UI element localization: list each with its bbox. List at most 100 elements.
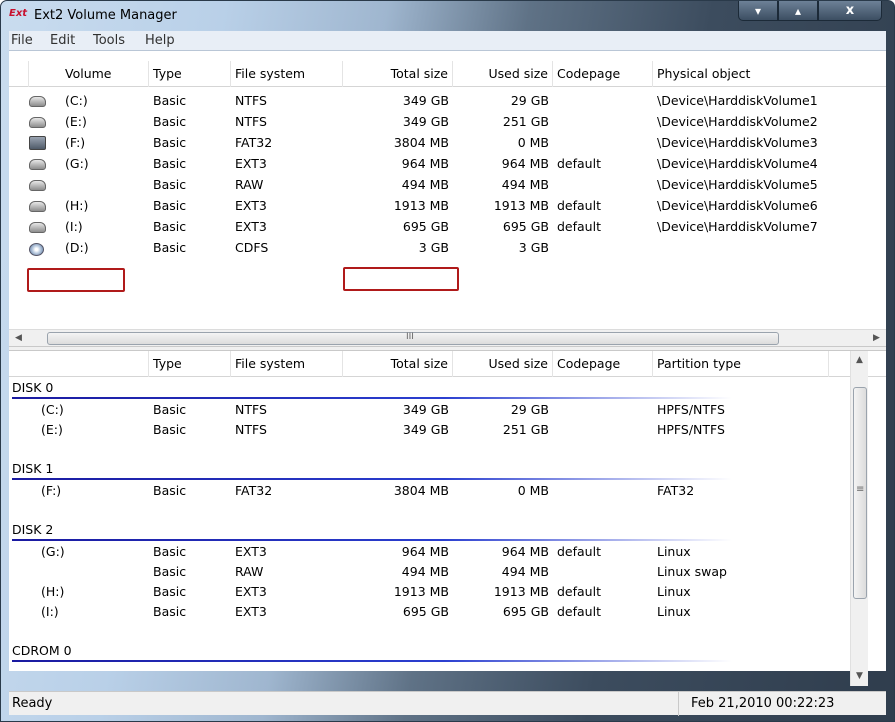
disk-group-header[interactable]: CDROM 0	[12, 642, 72, 660]
partition-cell-type: Basic	[153, 544, 187, 559]
partition-cell-volume: (E:)	[41, 422, 63, 437]
header-type[interactable]: Type	[149, 351, 231, 377]
volume-cell-total: 3 GB	[418, 240, 449, 255]
partition-row[interactable]: (E:) Basic NTFS 349 GB 251 GB HPFS/NTFS	[9, 420, 829, 440]
partition-cell-used: 964 MB	[501, 544, 549, 559]
header-physical-object[interactable]: Physical object	[653, 61, 886, 87]
header-spacer	[9, 61, 29, 87]
volume-cell-fs: RAW	[235, 177, 264, 192]
partition-cell-total: 349 GB	[402, 402, 449, 417]
title-bar[interactable]: Ext Ext2 Volume Manager ▾ ▴ x	[1, 1, 894, 31]
volume-cell-volume: (H:)	[65, 198, 89, 213]
volume-row[interactable]: (G:) Basic EXT3 964 MB 964 MB default \Device\…	[9, 154, 886, 174]
disk-group-header[interactable]: DISK 1	[12, 460, 53, 478]
scroll-up-arrow-icon[interactable]: ▲	[856, 355, 863, 365]
scroll-right-arrow-icon[interactable]: ▶	[873, 333, 880, 343]
header-volume[interactable]: Volume	[29, 61, 149, 87]
disk-group-divider	[12, 660, 732, 662]
volume-row[interactable]: (I:) Basic EXT3 695 GB 695 GB default \Device\…	[9, 217, 886, 237]
menu-edit[interactable]: Edit	[50, 33, 75, 48]
volume-cell-volume: (I:)	[65, 219, 83, 234]
minimize-button[interactable]: ▾	[738, 1, 778, 21]
partition-cell-total: 964 MB	[401, 544, 449, 559]
disk-list[interactable]: Type File system Total size Used size Co…	[9, 351, 886, 671]
volume-cell-fs: NTFS	[235, 93, 267, 108]
volume-cell-total: 494 MB	[401, 177, 449, 192]
volume-cell-used: 964 MB	[501, 156, 549, 171]
header-type[interactable]: Type	[149, 61, 231, 87]
disk-group-header[interactable]: DISK 0	[12, 379, 53, 397]
partition-cell-total: 3804 MB	[393, 483, 449, 498]
volume-cell-volume: (G:)	[65, 156, 89, 171]
scroll-down-arrow-icon[interactable]: ▼	[856, 671, 863, 681]
partition-cell-volume: (I:)	[41, 604, 59, 619]
horizontal-scroll-thumb[interactable]: III	[47, 332, 779, 345]
volume-row[interactable]: (F:) Basic FAT32 3804 MB 0 MB \Device\Harddis…	[9, 133, 886, 153]
volume-cell-volume: (F:)	[65, 135, 86, 150]
volume-cell-used: 695 GB	[502, 219, 549, 234]
header-used-size[interactable]: Used size	[453, 61, 553, 87]
vertical-scrollbar[interactable]: ▲ ≡ ▼	[850, 351, 868, 686]
header-file-system[interactable]: File system	[231, 351, 343, 377]
partition-cell-volume	[9, 562, 149, 582]
volume-cell-physical: \Device\HarddiskVolume4	[657, 156, 818, 171]
volume-cell-used: 0 MB	[517, 135, 549, 150]
partition-cell-codepage	[553, 562, 653, 582]
vertical-scroll-thumb[interactable]: ≡	[853, 387, 867, 599]
volume-cell-used: 1913 MB	[493, 198, 549, 213]
volume-cell-codepage	[553, 91, 653, 111]
volume-cell-used: 494 MB	[501, 177, 549, 192]
partition-cell-ptype: Linux	[657, 604, 691, 619]
volume-cell-fs: EXT3	[235, 198, 267, 213]
scroll-left-arrow-icon[interactable]: ◀	[15, 333, 22, 343]
window-title: Ext2 Volume Manager	[34, 8, 177, 23]
partition-cell-volume: (H:)	[41, 584, 65, 599]
horizontal-scrollbar[interactable]: ◀ III ▶	[9, 329, 886, 346]
volume-cell-total: 349 GB	[402, 93, 449, 108]
partition-cell-used: 29 GB	[510, 402, 549, 417]
menu-tools[interactable]: Tools	[93, 33, 125, 48]
partition-row[interactable]: (G:) Basic EXT3 964 MB 964 MB default Linux	[9, 542, 829, 562]
disk-group-header[interactable]: DISK 2	[12, 521, 53, 539]
header-partition-type[interactable]: Partition type	[653, 351, 829, 377]
volume-cell-codepage	[553, 175, 653, 195]
client-area: Volume Type File system Total size Used …	[9, 51, 886, 686]
volume-cell-codepage: default	[557, 198, 601, 213]
volume-cell-codepage	[553, 112, 653, 132]
partition-cell-type: Basic	[153, 584, 187, 599]
header-codepage[interactable]: Codepage	[553, 351, 653, 377]
volume-row[interactable]: (H:) Basic EXT3 1913 MB 1913 MB default \Devic…	[9, 196, 886, 216]
partition-row[interactable]: (F:) Basic FAT32 3804 MB 0 MB FAT32	[9, 481, 829, 501]
header-disk-name[interactable]	[9, 351, 149, 377]
header-total-size[interactable]: Total size	[343, 61, 453, 87]
volume-cell-total: 964 MB	[401, 156, 449, 171]
partition-row[interactable]: Basic RAW 494 MB 494 MB Linux swap	[9, 562, 829, 582]
header-used-size[interactable]: Used size	[453, 351, 553, 377]
menu-bar: File Edit Tools Help	[9, 31, 886, 51]
volume-list[interactable]: Volume Type File system Total size Used …	[9, 61, 886, 331]
header-codepage[interactable]: Codepage	[553, 61, 653, 87]
volume-row[interactable]: (D:) Basic CDFS 3 GB 3 GB	[9, 238, 886, 258]
volume-cell-physical: \Device\HarddiskVolume2	[657, 114, 818, 129]
partition-cell-codepage	[553, 420, 653, 440]
partition-cell-ptype: FAT32	[657, 483, 695, 498]
menu-file[interactable]: File	[11, 33, 33, 48]
close-button[interactable]: x	[818, 1, 882, 21]
partition-row[interactable]: (I:) Basic EXT3 695 GB 695 GB default Linux	[9, 602, 829, 622]
volume-cell-fs: FAT32	[235, 135, 273, 150]
partition-row[interactable]: (C:) Basic NTFS 349 GB 29 GB HPFS/NTFS	[9, 400, 829, 420]
volume-cell-total: 3804 MB	[393, 135, 449, 150]
volume-cell-fs: NTFS	[235, 114, 267, 129]
menu-help[interactable]: Help	[145, 33, 175, 48]
volume-row[interactable]: Basic RAW 494 MB 494 MB \Device\HarddiskVolu…	[9, 175, 886, 195]
volume-cell-fs: CDFS	[235, 240, 269, 255]
volume-row[interactable]: (C:) Basic NTFS 349 GB 29 GB \Device\Harddisk…	[9, 91, 886, 111]
partition-cell-ptype: HPFS/NTFS	[657, 422, 725, 437]
partition-row[interactable]: (H:) Basic EXT3 1913 MB 1913 MB default Linux	[9, 582, 829, 602]
volume-row[interactable]: (E:) Basic NTFS 349 GB 251 GB \Device\Harddis…	[9, 112, 886, 132]
header-total-size[interactable]: Total size	[343, 351, 453, 377]
header-file-system[interactable]: File system	[231, 61, 343, 87]
partition-cell-fs: EXT3	[235, 604, 267, 619]
partition-cell-fs: NTFS	[235, 422, 267, 437]
maximize-button[interactable]: ▴	[778, 1, 818, 21]
